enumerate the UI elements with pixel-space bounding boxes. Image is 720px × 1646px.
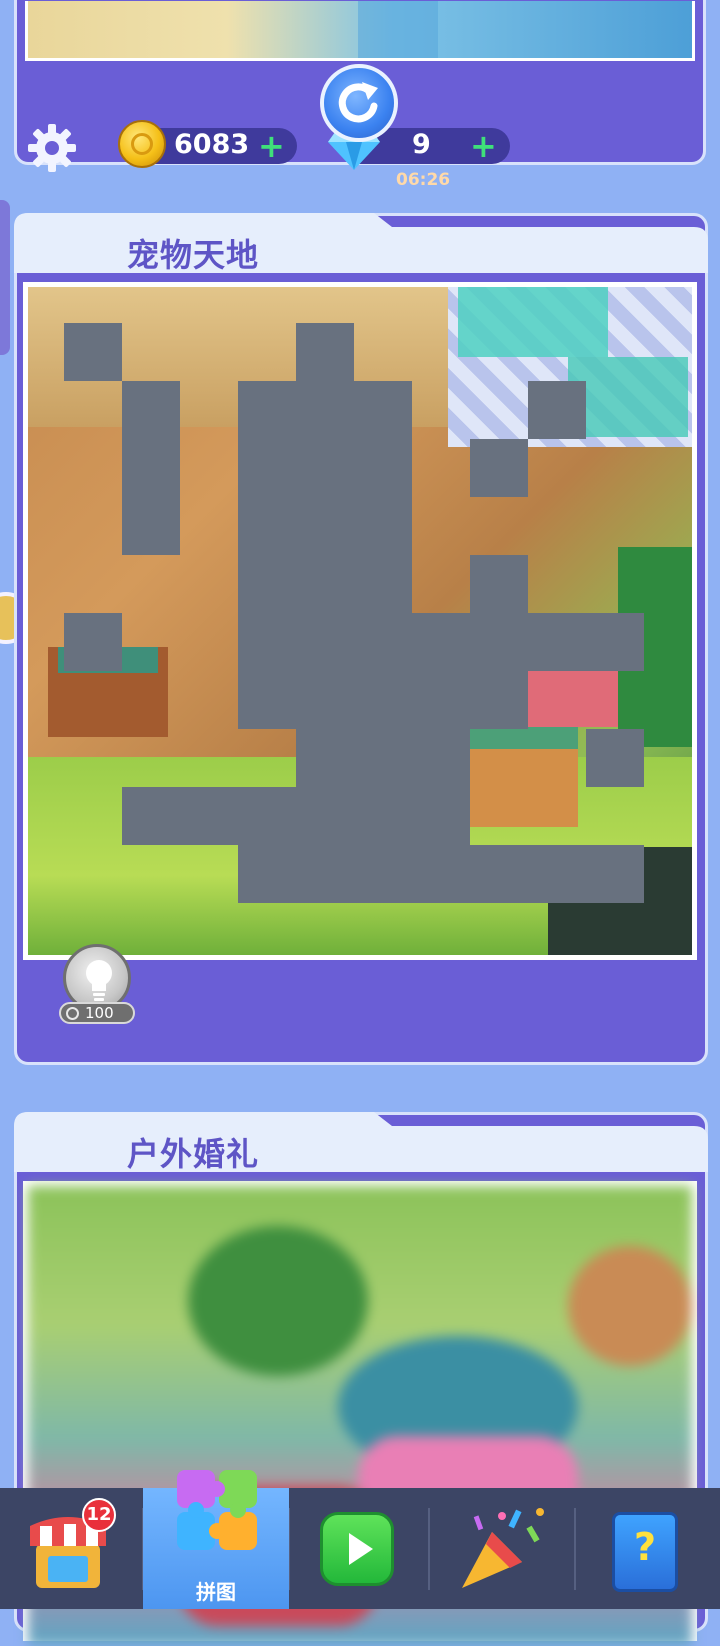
gear-icon[interactable] [26,122,78,174]
scene-terrarium [568,357,688,437]
side-drawer-handle[interactable] [0,200,10,355]
puzzle-card-pets: 宠物天地 100 [14,213,708,1065]
nav-play[interactable] [320,1512,394,1586]
missing-piece[interactable] [64,323,122,381]
add-coins-button[interactable]: + [258,130,285,162]
lightbulb-icon [86,960,112,1001]
card-header [14,1112,708,1172]
previous-puzzle-image[interactable] [25,1,695,61]
missing-piece[interactable] [586,729,644,787]
puzzle-icon [177,1470,257,1550]
nav-puzzle[interactable]: 拼图 [143,1470,289,1609]
puzzle-board[interactable] [23,282,697,960]
missing-piece[interactable] [238,439,412,613]
missing-piece[interactable] [528,381,586,439]
coin-icon [118,120,166,168]
missing-piece[interactable] [412,671,528,729]
refresh-button[interactable] [320,64,398,142]
missing-piece[interactable] [296,729,470,787]
missing-piece[interactable] [470,439,528,497]
nav-divider [428,1508,430,1590]
scene-hutch-roof [468,727,578,749]
play-icon [349,1533,373,1565]
missing-piece[interactable] [238,845,644,903]
nav-divider [574,1508,576,1590]
nav-help[interactable]: ? [612,1512,678,1592]
nav-shop[interactable]: 12 [0,1488,142,1609]
refresh-icon [338,82,378,123]
scene-aquarium [458,287,608,357]
puzzle-title: 户外婚礼 [127,1135,260,1173]
hint-cost: 100 [85,1004,114,1022]
missing-piece[interactable] [470,555,528,613]
card-header [14,213,708,273]
puzzle-title: 宠物天地 [127,236,260,274]
help-book-icon: ? [633,1525,657,1569]
missing-piece[interactable] [122,787,470,845]
coin-icon [66,1007,79,1020]
missing-piece[interactable] [122,381,180,555]
hint-cost-badge: 100 [59,1002,135,1024]
refresh-timer: 06:26 [396,170,451,190]
coin-balance: 6083 [174,129,250,160]
shop-notification-badge: 12 [82,1498,116,1532]
previous-puzzle-water [358,1,438,58]
gem-balance: 9 [412,129,431,160]
add-gems-button[interactable]: + [470,130,497,162]
party-popper-icon[interactable] [452,1502,552,1594]
nav-puzzle-label: 拼图 [196,1580,236,1604]
missing-piece[interactable] [412,613,644,671]
puzzle-image[interactable] [28,287,692,955]
missing-piece[interactable] [64,613,122,671]
